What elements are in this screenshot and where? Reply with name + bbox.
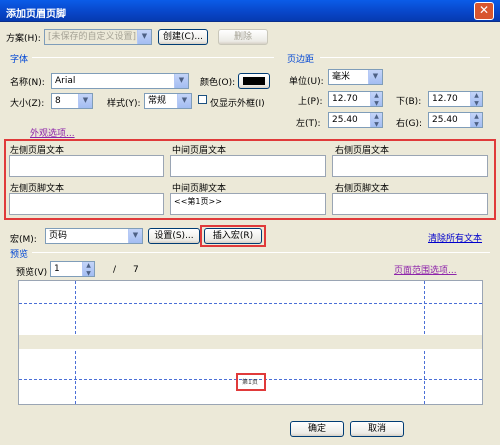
spin-arrows-icon[interactable]: ▲ ▼	[370, 113, 382, 127]
right-margin-label: 右(G):	[396, 119, 423, 129]
preview-page-spinner[interactable]: 1 ▲ ▼	[50, 261, 95, 277]
chevron-down-icon[interactable]: ▼	[174, 74, 188, 88]
right-margin-spinner[interactable]: 25.40 ▲ ▼	[428, 112, 483, 128]
font-size-select[interactable]: 8 ▼	[51, 93, 93, 109]
ok-button[interactable]: 确定	[290, 421, 344, 437]
color-label: 颜色(O):	[200, 78, 236, 88]
font-size-value: 8	[55, 96, 61, 106]
spin-arrows-icon[interactable]: ▲ ▼	[470, 113, 482, 127]
font-name-select[interactable]: Arial ▼	[51, 73, 189, 89]
color-swatch	[243, 77, 265, 85]
preview-page-label: 预览(V)	[16, 268, 48, 278]
top-margin-value: 12.70	[332, 94, 358, 104]
chevron-down-icon[interactable]: ▼	[177, 94, 191, 108]
font-style-label: 样式(Y):	[107, 99, 141, 109]
spin-arrows-icon[interactable]: ▲ ▼	[470, 92, 482, 106]
margins-group-divider	[320, 57, 490, 58]
font-style-select[interactable]: 常规 ▼	[144, 93, 192, 109]
font-name-label: 名称(N):	[10, 78, 45, 88]
appearance-options-link[interactable]: 外观选项...	[30, 126, 75, 139]
left-margin-spinner[interactable]: 25.40 ▲ ▼	[328, 112, 383, 128]
left-header-input[interactable]	[9, 155, 164, 177]
margins-group-title: 页边距	[287, 55, 315, 65]
macro-select[interactable]: 页码 ▼	[45, 228, 143, 244]
chevron-down-icon[interactable]: ▼	[368, 70, 382, 84]
left-footer-input[interactable]	[9, 193, 164, 215]
center-footer-input[interactable]: <<第1页>>	[170, 193, 326, 215]
create-button[interactable]: 创建(C)...	[158, 29, 208, 45]
font-name-value: Arial	[55, 76, 76, 86]
unit-select[interactable]: 毫米 ▼	[328, 69, 383, 85]
outline-only-label: 仅显示外框(I)	[210, 99, 265, 109]
right-margin-value: 25.40	[432, 115, 458, 125]
font-group-divider	[32, 57, 274, 58]
right-header-input[interactable]	[332, 155, 488, 177]
chevron-down-icon[interactable]: ▼	[128, 229, 142, 243]
unit-value: 毫米	[332, 72, 351, 82]
insert-macro-button[interactable]: 插入宏(R)	[204, 228, 262, 244]
delete-button[interactable]: 删除	[218, 29, 268, 45]
right-footer-input[interactable]	[332, 193, 488, 215]
font-group-title: 字体	[10, 55, 29, 65]
spin-arrows-icon[interactable]: ▲ ▼	[82, 262, 94, 276]
macro-value: 页码	[49, 231, 68, 241]
macro-settings-button[interactable]: 设置(S)...	[148, 228, 200, 244]
font-size-label: 大小(Z):	[10, 99, 45, 109]
preview-pane: 第1页	[18, 280, 483, 405]
top-margin-spinner[interactable]: 12.70 ▲ ▼	[328, 91, 383, 107]
page-range-options-link[interactable]: 页面范围选项...	[394, 263, 457, 276]
scheme-value: [未保存的自定义设置]	[48, 32, 137, 42]
bottom-margin-value: 12.70	[432, 94, 458, 104]
outline-only-checkbox[interactable]	[198, 95, 207, 104]
color-button[interactable]	[238, 73, 270, 89]
center-footer-value: <<第1页>>	[174, 197, 222, 206]
preview-header-line	[19, 303, 482, 304]
window-title: 添加页眉页脚	[6, 9, 66, 20]
bottom-margin-spinner[interactable]: 12.70 ▲ ▼	[428, 91, 483, 107]
title-bar	[0, 0, 500, 22]
close-icon[interactable]: ✕	[474, 2, 494, 20]
page-separator: /	[113, 265, 117, 275]
center-header-input[interactable]	[170, 155, 326, 177]
bottom-margin-label: 下(B):	[396, 97, 422, 107]
page-total: 7	[133, 265, 139, 275]
spin-arrows-icon[interactable]: ▲ ▼	[370, 92, 382, 106]
scheme-select[interactable]: [未保存的自定义设置] ▼	[44, 29, 152, 45]
left-margin-value: 25.40	[332, 115, 358, 125]
font-style-value: 常规	[148, 96, 167, 106]
scheme-label: 方案(H):	[6, 34, 41, 44]
preview-footer-text: 第1页	[242, 379, 258, 386]
unit-label: 单位(U):	[289, 77, 324, 87]
preview-page-gap	[19, 335, 482, 349]
clear-all-text-link[interactable]: 清除所有文本	[428, 231, 482, 244]
preview-group-divider	[32, 252, 490, 253]
top-margin-label: 上(P):	[298, 97, 323, 107]
chevron-down-icon[interactable]: ▼	[78, 94, 92, 108]
chevron-down-icon[interactable]: ▼	[137, 30, 151, 44]
preview-page-value: 1	[54, 264, 60, 274]
left-margin-label: 左(T):	[296, 119, 321, 129]
preview-group-title: 预览	[10, 250, 29, 260]
cancel-button[interactable]: 取消	[350, 421, 404, 437]
macro-label: 宏(M):	[10, 235, 37, 245]
